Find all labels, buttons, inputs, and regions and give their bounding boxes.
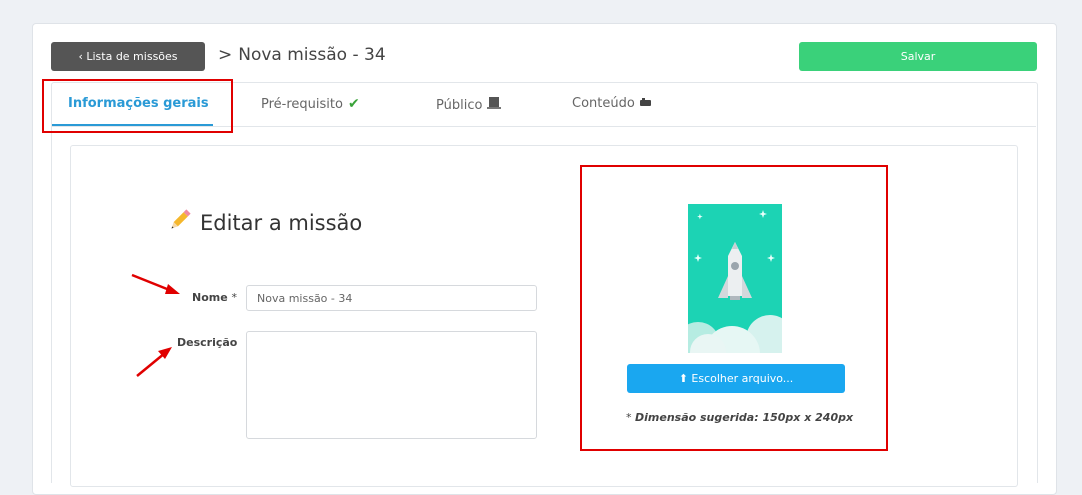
image-size-hint: * Dimensão sugerida: 150px x 240px	[626, 411, 853, 424]
tab-prerequisite[interactable]: Pré-requisito ✔	[261, 96, 360, 112]
annotation-arrow-description	[136, 347, 172, 377]
name-label-text: Nome	[192, 291, 228, 304]
section-title: Editar a missão	[168, 208, 362, 237]
annotation-box-tab	[42, 79, 233, 133]
content-icon	[639, 96, 651, 111]
check-icon: ✔	[347, 96, 360, 112]
tab-label: Pré-requisito	[261, 96, 343, 112]
tab-label: Público	[436, 97, 483, 113]
save-button[interactable]: Salvar	[799, 42, 1037, 71]
form-title: Editar a missão	[200, 210, 363, 235]
tab-content[interactable]: Conteúdo	[572, 96, 651, 111]
annotation-arrow-name	[131, 273, 180, 294]
breadcrumb: > Nova missão - 34	[218, 43, 386, 67]
mission-image-preview	[688, 204, 782, 353]
audience-icon	[487, 96, 502, 114]
page-title: Nova missão - 34	[238, 45, 386, 65]
hint-text: Dimensão sugerida: 150px x 240px	[635, 411, 854, 424]
description-label: Descrição	[177, 336, 238, 349]
hint-prefix: *	[626, 411, 635, 424]
pencil-icon	[168, 208, 192, 237]
name-label: Nome *	[192, 291, 237, 304]
name-field[interactable]	[246, 285, 537, 311]
tab-label: Conteúdo	[572, 96, 635, 111]
description-field[interactable]	[246, 331, 537, 439]
choose-file-button[interactable]: ⬆ Escolher arquivo...	[627, 364, 845, 393]
breadcrumb-separator: >	[218, 45, 233, 65]
tab-audience[interactable]: Público	[436, 96, 502, 114]
back-to-missions-button[interactable]: ‹ Lista de missões	[51, 42, 205, 71]
required-mark: *	[231, 291, 238, 304]
